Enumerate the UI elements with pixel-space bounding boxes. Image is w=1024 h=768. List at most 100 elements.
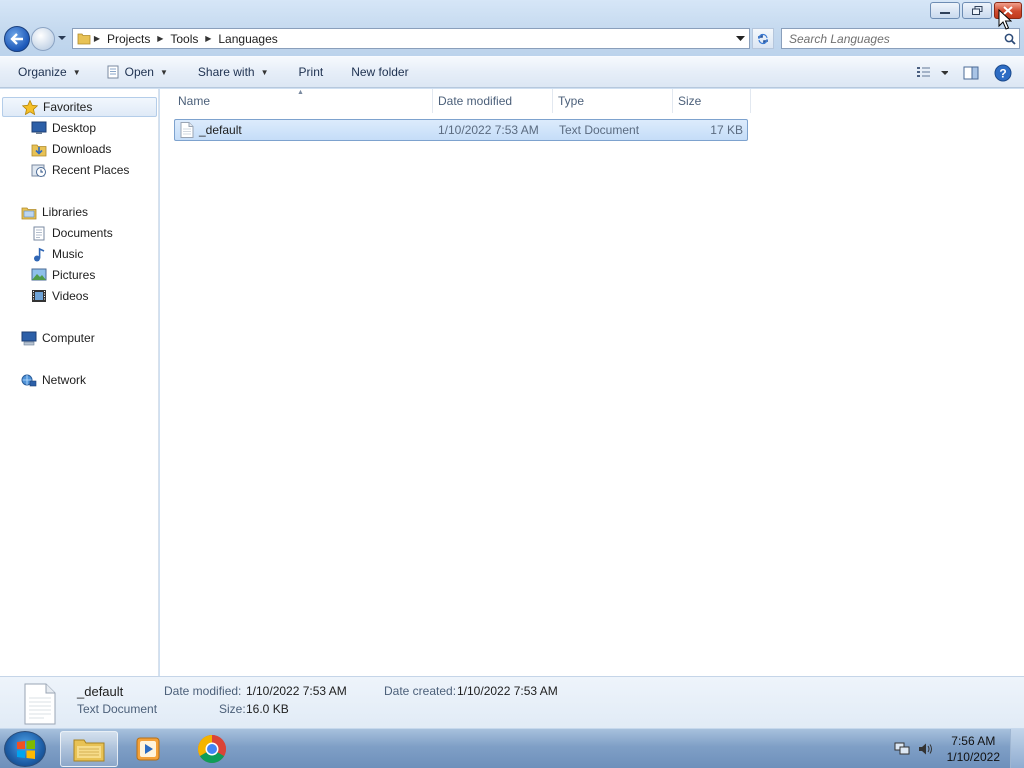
nav-item-favorites[interactable]: Favorites: [2, 97, 157, 117]
nav-label: Pictures: [52, 268, 96, 282]
nav-item-recent-places[interactable]: Recent Places: [30, 160, 129, 180]
back-button[interactable]: [4, 26, 30, 52]
chrome-icon: [198, 735, 226, 763]
organize-label: Organize: [18, 65, 67, 79]
preview-pane-icon: [963, 66, 979, 80]
print-button[interactable]: Print: [291, 60, 332, 84]
restore-button[interactable]: [962, 2, 992, 19]
details-date-created-label: Date created:: [384, 684, 457, 698]
file-name: _default: [199, 123, 242, 137]
forward-button[interactable]: [31, 27, 55, 51]
system-tray: 7:56 AM 1/10/2022: [884, 729, 1024, 768]
column-header-size[interactable]: Size: [672, 89, 750, 113]
documents-icon: [30, 225, 48, 241]
network-status-icon[interactable]: [894, 742, 910, 756]
chevron-down-icon: ▼: [72, 67, 81, 77]
breadcrumb-separator-icon[interactable]: ▶: [91, 34, 103, 43]
network-icon: [20, 372, 38, 388]
search-input[interactable]: [782, 29, 1001, 48]
nav-item-downloads[interactable]: Downloads: [30, 139, 111, 159]
column-header-date-modified[interactable]: Date modified: [432, 89, 552, 113]
taskbar-chrome-button[interactable]: [183, 731, 241, 767]
libraries-icon: [20, 204, 38, 220]
details-size-value: 16.0 KB: [246, 702, 289, 716]
share-with-button[interactable]: Share with ▼: [190, 60, 277, 84]
desktop-icon: [30, 120, 48, 136]
details-pane: _default Text Document Date modified: 1/…: [0, 676, 1024, 728]
nav-label: Computer: [42, 331, 95, 345]
change-view-button[interactable]: [912, 61, 952, 85]
nav-label: Favorites: [43, 100, 93, 114]
breadcrumb-separator-icon[interactable]: ▶: [154, 34, 166, 43]
print-label: Print: [298, 65, 324, 79]
nav-item-documents[interactable]: Documents: [30, 223, 113, 243]
start-button[interactable]: [4, 731, 46, 767]
breadcrumb-projects[interactable]: Projects: [103, 32, 154, 46]
new-folder-button[interactable]: New folder: [343, 60, 416, 84]
chevron-down-icon: [735, 35, 745, 41]
open-label: Open: [124, 65, 154, 79]
text-document-icon: [24, 683, 56, 725]
downloads-folder-icon: [30, 141, 48, 157]
navigation-pane: Favorites Desktop Downloads Recent Place…: [0, 89, 159, 676]
details-file-name: _default: [77, 684, 124, 699]
taskbar-media-player-button[interactable]: [120, 731, 178, 767]
recent-places-icon: [30, 162, 48, 178]
file-row[interactable]: _default 1/10/2022 7:53 AM Text Document…: [174, 119, 748, 141]
nav-item-libraries[interactable]: Libraries: [20, 202, 88, 222]
address-bar[interactable]: ▶ Projects ▶ Tools ▶ Languages: [72, 28, 750, 49]
nav-label: Videos: [52, 289, 89, 303]
details-view-icon: [917, 67, 948, 77]
folder-icon: [73, 739, 105, 762]
details-date-modified-value: 1/10/2022 7:53 AM: [246, 684, 347, 698]
computer-icon: [20, 330, 38, 346]
nav-item-computer[interactable]: Computer: [20, 328, 95, 348]
nav-item-music[interactable]: Music: [30, 244, 83, 264]
search-box[interactable]: [781, 28, 1020, 49]
chevron-down-icon: ▼: [260, 67, 269, 77]
clock-time: 7:56 AM: [951, 734, 996, 748]
nav-item-pictures[interactable]: Pictures: [30, 265, 95, 285]
file-date-modified: 1/10/2022 7:53 AM: [438, 123, 539, 137]
window-titlebar: ▶ Projects ▶ Tools ▶ Languages: [0, 0, 1024, 56]
command-bar: Organize ▼ Open ▼ Share with ▼ Print New fo…: [0, 56, 1024, 88]
sort-ascending-icon: ▲: [297, 89, 304, 96]
nav-item-videos[interactable]: Videos: [30, 286, 88, 306]
star-icon: [21, 99, 39, 115]
taskbar: 7:56 AM 1/10/2022: [0, 728, 1024, 768]
notepad-icon: [107, 65, 119, 79]
view-controls: ?: [912, 61, 1016, 85]
breadcrumb-languages[interactable]: Languages: [214, 32, 281, 46]
show-desktop-button[interactable]: [1010, 729, 1024, 768]
search-icon[interactable]: [1001, 33, 1019, 45]
clock-date: 1/10/2022: [946, 750, 1000, 764]
details-file-type: Text Document: [77, 702, 158, 716]
text-document-icon: [180, 122, 194, 138]
column-divider[interactable]: [750, 89, 751, 113]
minimize-button[interactable]: [930, 2, 960, 19]
music-note-icon: [30, 246, 48, 262]
preview-pane-button[interactable]: [958, 61, 984, 85]
share-with-label: Share with: [197, 65, 255, 79]
column-header-type[interactable]: Type: [552, 89, 672, 113]
help-button[interactable]: ?: [990, 61, 1016, 85]
breadcrumb-tools[interactable]: Tools: [166, 32, 202, 46]
nav-label: Network: [42, 373, 87, 387]
breadcrumb-separator-icon[interactable]: ▶: [202, 34, 214, 43]
nav-label: Desktop: [52, 121, 97, 135]
nav-item-desktop[interactable]: Desktop: [30, 118, 96, 138]
refresh-icon: [758, 33, 768, 44]
address-history-dropdown[interactable]: [731, 29, 749, 48]
nav-label: Downloads: [52, 142, 112, 156]
refresh-button[interactable]: [752, 28, 774, 49]
clock[interactable]: 7:56 AM 1/10/2022: [947, 733, 1000, 765]
open-button[interactable]: Open ▼: [97, 60, 176, 84]
recent-pages-dropdown-icon[interactable]: [57, 33, 67, 43]
nav-label: Recent Places: [52, 163, 130, 177]
volume-icon[interactable]: [918, 742, 934, 756]
organize-button[interactable]: Organize ▼: [10, 60, 89, 84]
arrow-left-icon: [10, 33, 23, 45]
nav-item-network[interactable]: Network: [20, 370, 86, 390]
taskbar-explorer-button[interactable]: [60, 731, 118, 767]
film-strip-icon: [30, 288, 48, 304]
